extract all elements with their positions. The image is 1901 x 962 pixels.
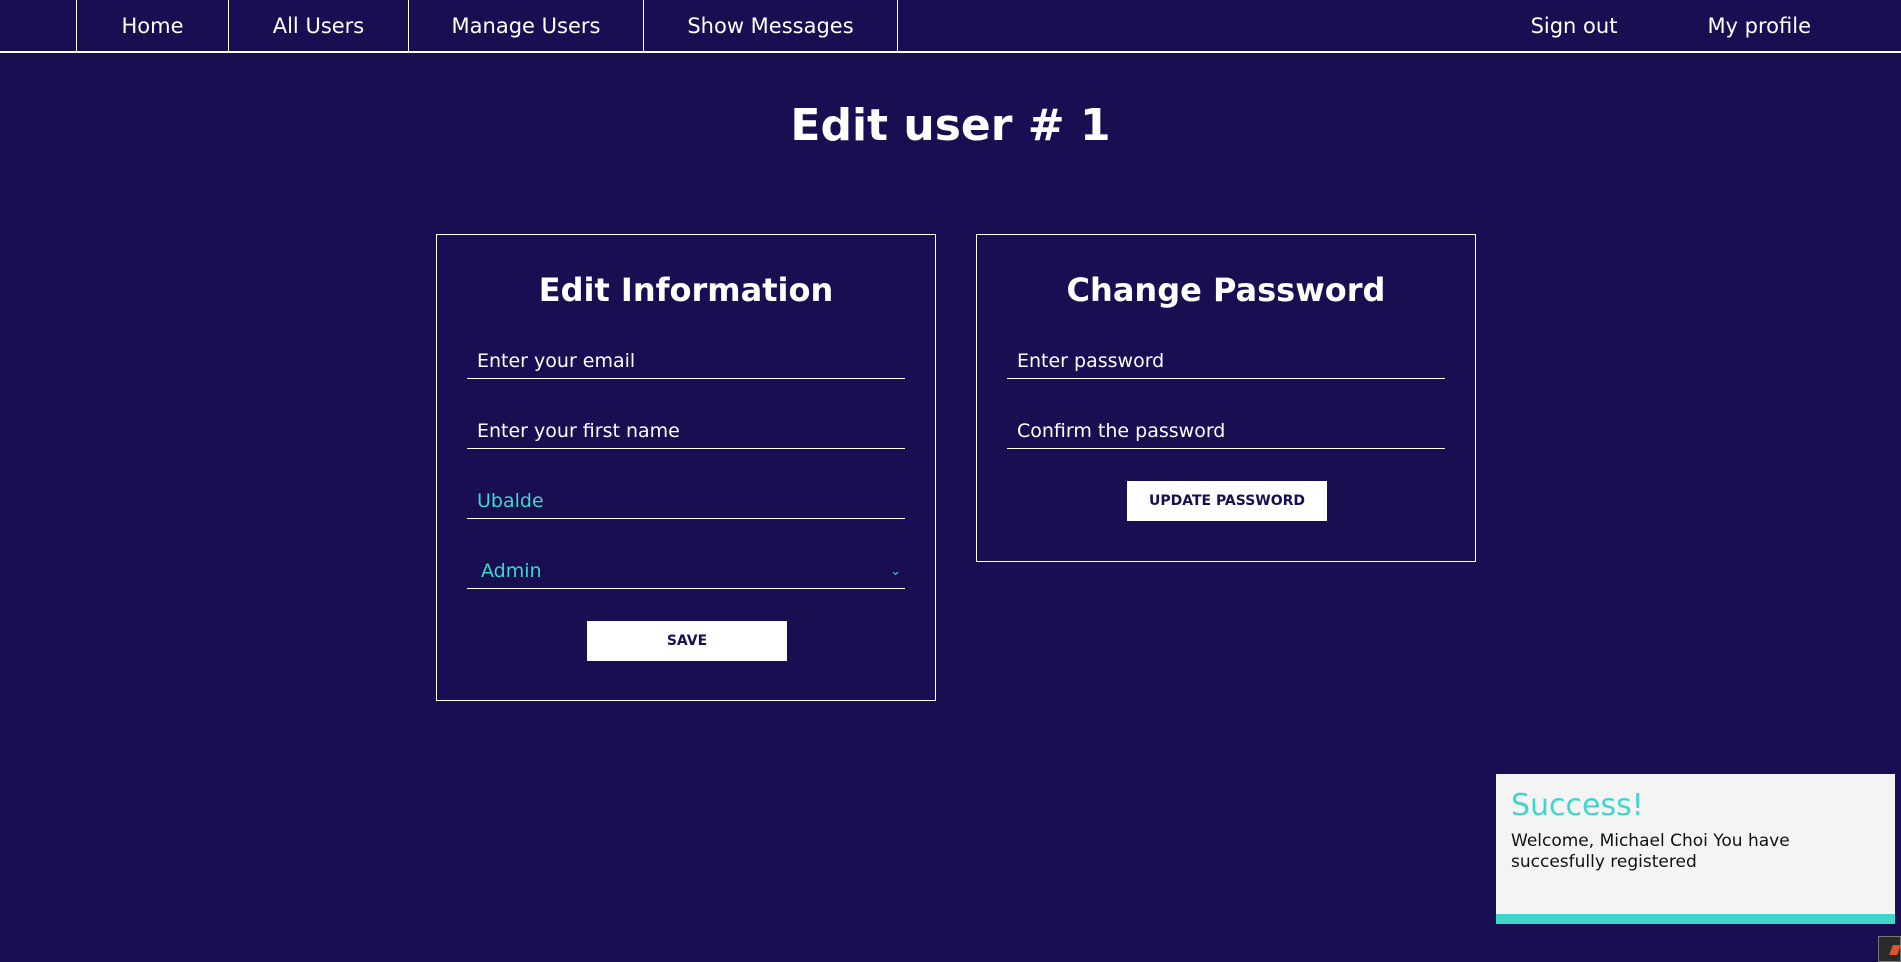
nav-sign-out[interactable]: Sign out xyxy=(1486,0,1663,51)
nav-right-group: Sign out My profile xyxy=(1486,0,1811,51)
nav-show-messages[interactable]: Show Messages xyxy=(644,0,898,51)
nav-home[interactable]: Home xyxy=(77,0,229,51)
edit-information-heading: Edit Information xyxy=(538,271,834,309)
nav-manage-users[interactable]: Manage Users xyxy=(409,0,644,51)
edit-information-card: Edit Information Admin ⌄ SAVE xyxy=(436,234,936,701)
email-input[interactable] xyxy=(467,344,905,378)
first-name-field xyxy=(467,414,905,449)
email-field xyxy=(467,344,905,379)
change-password-heading: Change Password xyxy=(1066,271,1386,309)
nav-left-group: Home All Users Manage Users Show Message… xyxy=(76,0,898,51)
toast-message: Welcome, Michael Choi You have succesful… xyxy=(1511,831,1790,872)
update-password-button[interactable]: UPDATE PASSWORD xyxy=(1127,481,1327,521)
success-toast[interactable]: Success! Welcome, Michael Choi You have … xyxy=(1496,774,1895,924)
first-name-input[interactable] xyxy=(467,414,905,448)
role-select[interactable]: Admin ⌄ xyxy=(467,554,905,588)
password-input[interactable] xyxy=(1007,344,1445,378)
password-field xyxy=(1007,344,1445,379)
role-select-value: Admin xyxy=(481,560,542,582)
nav-all-users[interactable]: All Users xyxy=(229,0,409,51)
toast-title: Success! xyxy=(1511,788,1644,823)
chevron-down-icon: ⌄ xyxy=(890,563,901,579)
last-name-input[interactable] xyxy=(467,484,905,518)
nav-my-profile[interactable]: My profile xyxy=(1662,0,1811,51)
role-field: Admin ⌄ xyxy=(467,554,905,589)
confirm-password-input[interactable] xyxy=(1007,414,1445,448)
extension-icon[interactable] xyxy=(1878,936,1901,962)
last-name-field xyxy=(467,484,905,519)
change-password-card: Change Password UPDATE PASSWORD xyxy=(976,234,1476,562)
top-nav: Home All Users Manage Users Show Message… xyxy=(0,0,1901,53)
save-button[interactable]: SAVE xyxy=(587,621,787,661)
page-title: Edit user # 1 xyxy=(790,100,1111,151)
confirm-password-field xyxy=(1007,414,1445,449)
